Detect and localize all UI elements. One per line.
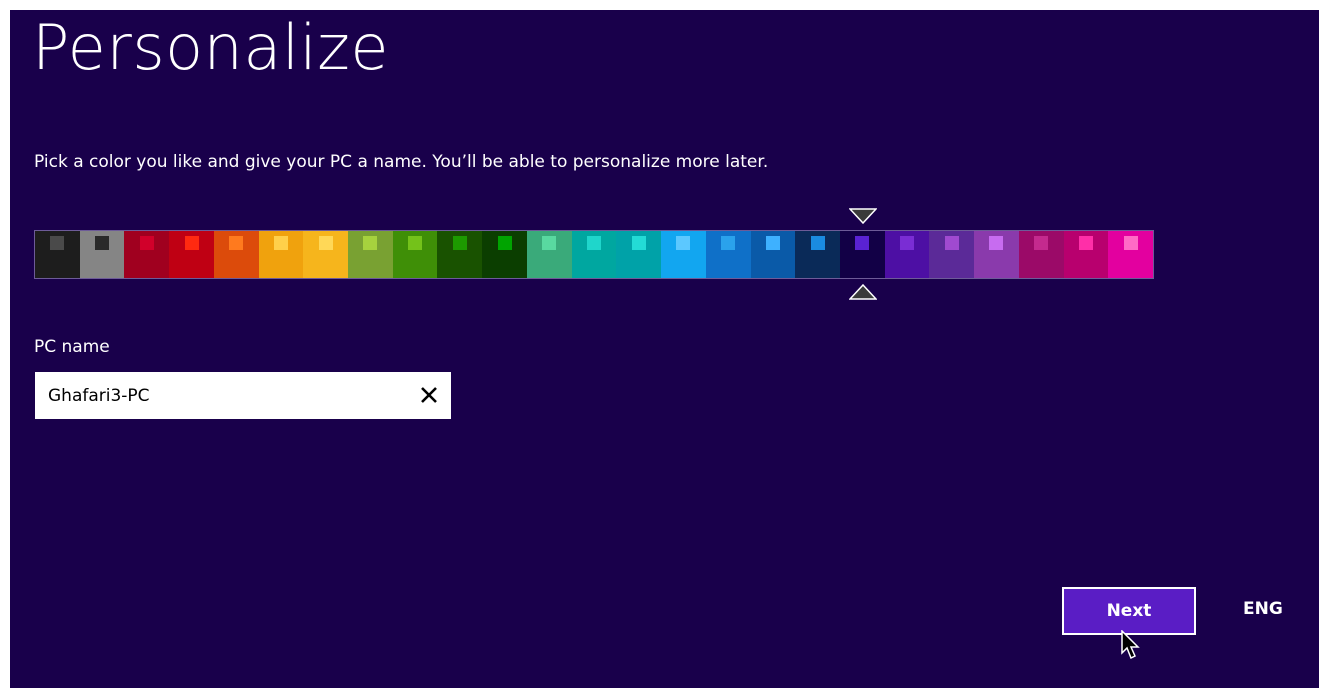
swatch-accent (497, 236, 512, 250)
language-indicator[interactable]: ENG (1243, 599, 1283, 619)
close-icon[interactable] (417, 383, 441, 407)
swatch-accent (586, 236, 601, 250)
pc-name-field-container (35, 372, 451, 419)
color-swatch[interactable] (526, 231, 572, 278)
color-swatch[interactable] (929, 231, 975, 278)
pc-name-input[interactable] (35, 372, 405, 419)
selection-marker-bottom-icon (849, 284, 877, 300)
swatch-accent (1034, 236, 1049, 250)
page-subtitle: Pick a color you like and give your PC a… (34, 152, 769, 172)
color-swatch[interactable] (974, 231, 1019, 278)
setup-screen: Personalize Pick a color you like and gi… (10, 10, 1319, 688)
color-swatch[interactable] (437, 231, 483, 278)
color-swatch[interactable] (124, 231, 170, 278)
swatch-accent (944, 236, 959, 250)
color-swatch[interactable] (571, 231, 617, 278)
color-swatch[interactable] (795, 231, 840, 278)
pc-name-label: PC name (34, 337, 110, 357)
selection-marker-top-icon (849, 208, 877, 224)
color-swatch[interactable] (1108, 231, 1153, 278)
color-swatch[interactable] (661, 231, 706, 278)
color-swatch[interactable] (1018, 231, 1064, 278)
color-swatch[interactable] (884, 231, 930, 278)
swatch-accent (363, 236, 378, 250)
color-swatch[interactable] (213, 231, 259, 278)
swatch-accent (721, 236, 736, 250)
color-swatch[interactable] (392, 231, 438, 278)
color-swatch[interactable] (348, 231, 393, 278)
swatch-accent (95, 236, 110, 250)
color-swatch[interactable] (839, 231, 885, 278)
page-title: Personalize (32, 11, 389, 84)
next-button[interactable]: Next (1062, 587, 1196, 635)
color-swatch[interactable] (79, 231, 125, 278)
color-swatch[interactable] (35, 231, 80, 278)
swatch-accent (676, 236, 691, 250)
swatch-accent (1123, 236, 1138, 250)
color-swatch[interactable] (303, 231, 349, 278)
swatch-accent (900, 236, 915, 250)
swatch-accent (50, 236, 65, 250)
color-swatch[interactable] (258, 231, 304, 278)
color-swatch[interactable] (482, 231, 527, 278)
swatch-accent (989, 236, 1004, 250)
swatch-accent (631, 236, 646, 250)
swatch-accent (318, 236, 333, 250)
swatch-accent (810, 236, 825, 250)
swatch-accent (855, 236, 870, 250)
color-swatch[interactable] (616, 231, 662, 278)
swatch-accent (452, 236, 467, 250)
color-swatch[interactable] (705, 231, 751, 278)
color-palette (34, 230, 1154, 279)
swatch-accent (229, 236, 244, 250)
swatch-accent (139, 236, 154, 250)
swatch-accent (1078, 236, 1093, 250)
color-swatch[interactable] (750, 231, 796, 278)
color-swatch[interactable] (1063, 231, 1109, 278)
swatch-accent (542, 236, 557, 250)
swatch-accent (273, 236, 288, 250)
mouse-cursor-icon (1121, 630, 1140, 660)
swatch-accent (184, 236, 199, 250)
swatch-accent (765, 236, 780, 250)
color-swatch[interactable] (169, 231, 214, 278)
swatch-accent (408, 236, 423, 250)
